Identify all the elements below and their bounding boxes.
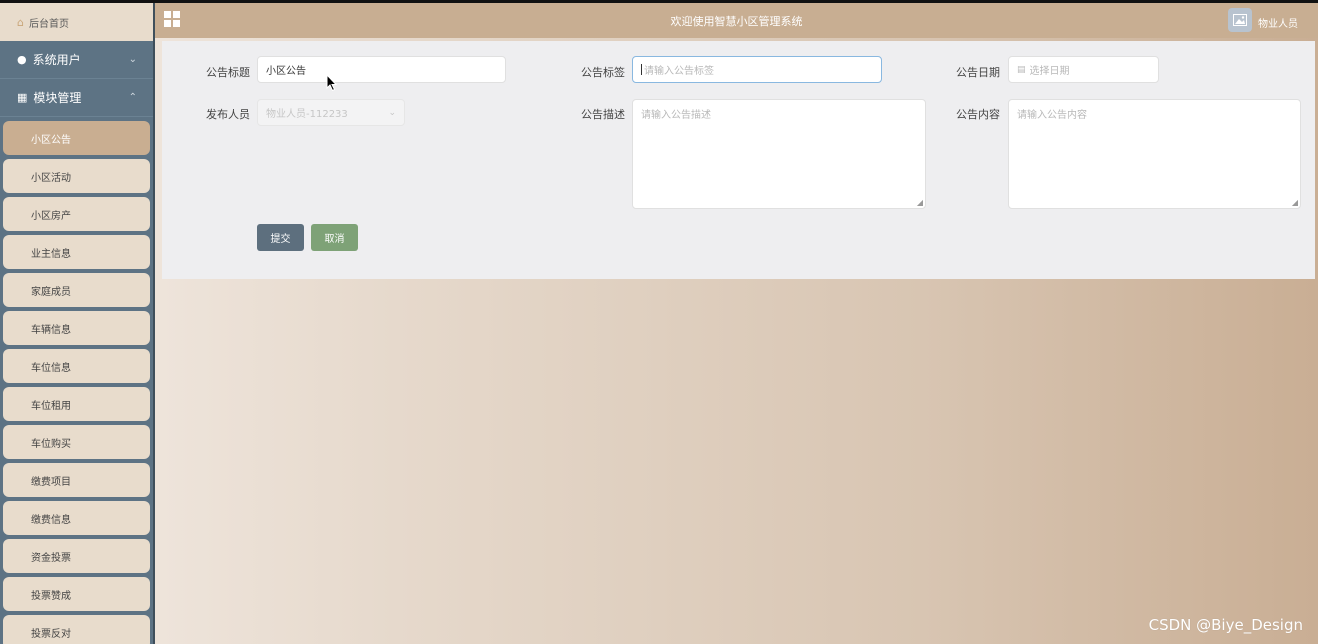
sidebar-item-fund-vote[interactable]: 资金投票 [3,539,150,573]
tag-input[interactable]: 请输入公告标签 [632,56,882,83]
sidebar-home-label: 后台首页 [28,18,69,30]
date-label: 公告日期 [956,66,1000,79]
sidebar-group-system-users[interactable]: ● 系统用户 ⌄ [0,41,153,79]
desc-textarea[interactable]: 请输入公告描述 ◢ [632,99,926,209]
mouse-pointer-icon [326,74,338,92]
tag-placeholder: 请输入公告标签 [644,66,714,77]
calendar-icon: ▤ [1017,64,1026,75]
sidebar-item-activity[interactable]: 小区活动 [3,159,150,193]
resize-handle-icon[interactable]: ◢ [1292,198,1298,207]
sidebar-item-vote-yes[interactable]: 投票赞成 [3,577,150,611]
user-name[interactable]: 物业人员 [1258,15,1298,30]
watermark: CSDN @Biye_Design [1148,616,1303,634]
sidebar-item-parking[interactable]: 车位信息 [3,349,150,383]
sidebar-group-module-management[interactable]: ▦ 模块管理 ⌃ [0,79,153,117]
sidebar-item-fee-item[interactable]: 缴费项目 [3,463,150,497]
sidebar-item-fee-info[interactable]: 缴费信息 [3,501,150,535]
sidebar-item-family[interactable]: 家庭成员 [3,273,150,307]
title-label: 公告标题 [206,66,250,79]
submit-button[interactable]: 提交 [257,224,304,251]
sidebar-item-owner[interactable]: 业主信息 [3,235,150,269]
content-label: 公告内容 [956,108,1000,121]
sidebar-item-property[interactable]: 小区房产 [3,197,150,231]
tag-label: 公告标签 [581,66,625,79]
publisher-label: 发布人员 [206,108,250,121]
content-textarea[interactable]: 请输入公告内容 ◢ [1008,99,1301,209]
sidebar-item-parking-rent[interactable]: 车位租用 [3,387,150,421]
chevron-down-icon: ⌄ [388,107,396,118]
sidebar-submenu: 小区公告 小区活动 小区房产 业主信息 家庭成员 车辆信息 车位信息 车位租用 … [0,117,153,644]
sidebar: ⌂ 后台首页 ● 系统用户 ⌄ ▦ 模块管理 ⌃ 小区公告 小区活动 小区房产 … [0,3,155,644]
desc-placeholder: 请输入公告描述 [641,110,711,121]
grid-icon: ▦ [17,91,28,104]
header: 欢迎使用智慧小区管理系统 物业人员 [155,3,1318,38]
chevron-up-icon: ⌃ [128,92,137,103]
title-input[interactable]: 小区公告 [257,56,506,83]
sidebar-item-parking-buy[interactable]: 车位购买 [3,425,150,459]
sidebar-item-vehicle[interactable]: 车辆信息 [3,311,150,345]
desc-label: 公告描述 [581,108,625,121]
sidebar-group-label: 系统用户 [32,53,81,67]
content-placeholder: 请输入公告内容 [1017,110,1087,121]
avatar[interactable] [1228,8,1252,32]
user-icon: ● [17,53,27,66]
home-icon: ⌂ [17,15,24,29]
date-placeholder: 选择日期 [1029,66,1070,77]
sidebar-home[interactable]: ⌂ 后台首页 [0,3,153,41]
image-icon [1233,14,1247,26]
text-caret [641,64,642,75]
sidebar-item-vote-no[interactable]: 投票反对 [3,615,150,644]
publisher-select[interactable]: 物业人员-112233 ⌄ [257,99,405,126]
sidebar-group-label: 模块管理 [33,91,82,105]
chevron-down-icon: ⌄ [128,54,137,65]
resize-handle-icon[interactable]: ◢ [917,198,923,207]
sidebar-item-notice[interactable]: 小区公告 [3,121,150,155]
header-title: 欢迎使用智慧小区管理系统 [670,15,803,28]
cancel-button[interactable]: 取消 [311,224,358,251]
publisher-value: 物业人员-112233 [266,109,348,120]
date-picker[interactable]: ▤ 选择日期 [1008,56,1159,83]
